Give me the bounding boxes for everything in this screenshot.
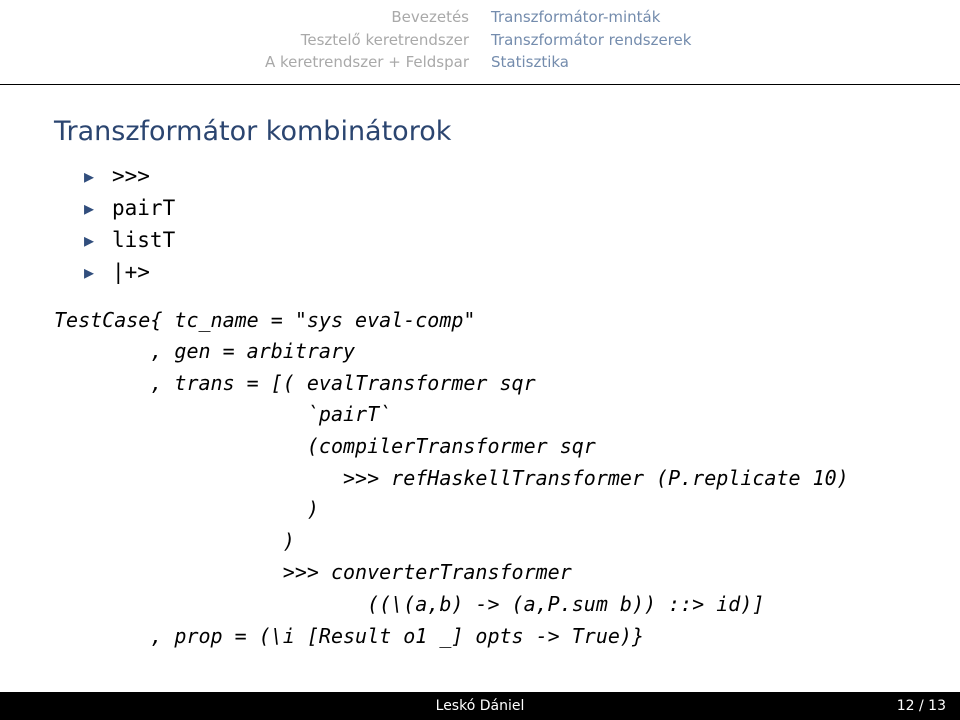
nav-item-feldspar[interactable]: A keretrendszer + Feldspar (53, 51, 469, 74)
nav-item-patterns[interactable]: Transzformátor-minták (491, 6, 907, 29)
slide-body: Transzformátor kombinátorok >>> pairT li… (0, 94, 960, 652)
bullet-text: pairT (112, 196, 175, 220)
slide-header: Bevezetés Tesztelő keretrendszer A keret… (0, 0, 960, 94)
bullet-list: >>> pairT listT |+> (54, 161, 906, 289)
bullet-text: listT (112, 228, 175, 252)
nav-item-intro[interactable]: Bevezetés (53, 6, 469, 29)
list-item: listT (84, 225, 906, 257)
nav-item-systems[interactable]: Transzformátor rendszerek (491, 29, 907, 52)
list-item: pairT (84, 193, 906, 225)
header-rule (0, 84, 960, 85)
header-columns: Bevezetés Tesztelő keretrendszer A keret… (0, 6, 960, 74)
nav-item-framework[interactable]: Tesztelő keretrendszer (53, 29, 469, 52)
bullet-text: >>> (112, 164, 150, 188)
header-left-column: Bevezetés Tesztelő keretrendszer A keret… (53, 6, 469, 74)
list-item: |+> (84, 257, 906, 289)
footer-author: Leskó Dániel (0, 692, 960, 720)
slide: Bevezetés Tesztelő keretrendszer A keret… (0, 0, 960, 720)
bullet-text: |+> (112, 260, 150, 284)
header-right-column: Transzformátor-minták Transzformátor ren… (491, 6, 907, 74)
footer-page-number: 12 / 13 (897, 692, 946, 720)
slide-footer: Leskó Dániel 12 / 13 (0, 692, 960, 720)
slide-title: Transzformátor kombinátorok (54, 116, 906, 147)
code-block: TestCase{ tc_name = "sys eval-comp" , ge… (54, 305, 906, 653)
nav-item-statistics[interactable]: Statisztika (491, 51, 907, 74)
list-item: >>> (84, 161, 906, 193)
